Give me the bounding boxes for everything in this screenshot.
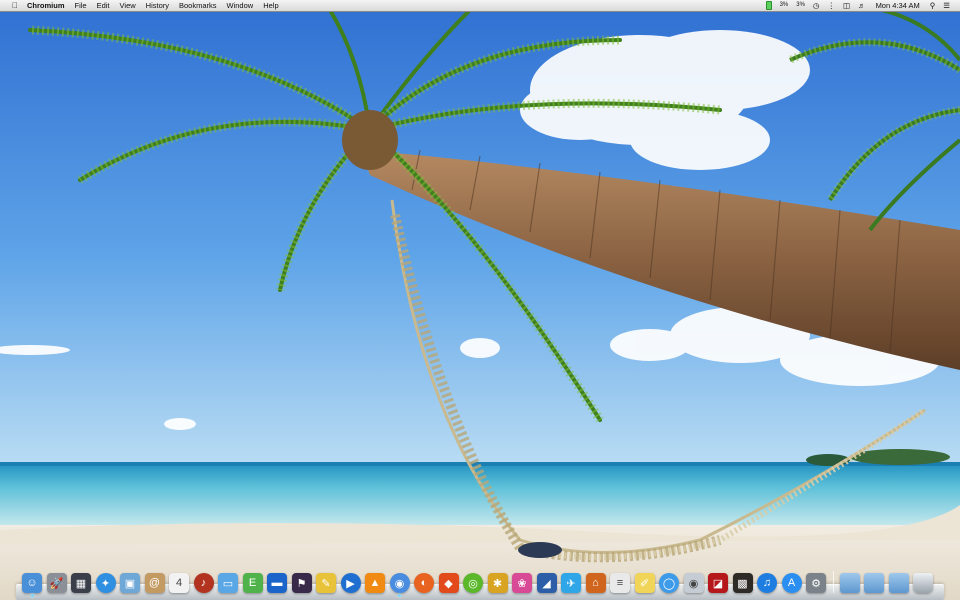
dock: ☺ 🚀 ▦ ✦ ▣ @4 ♪ ▭ E ▬ ⚑ ✎ ▶ ▲ ◉ ◐ ◆ ◎ ✱ ❀ ◢ ✈ ⌂ ≡ ✐ ◯ ◉ ◪ ▩ ♫ A ⚙	[16, 569, 944, 600]
menu-window[interactable]: Window	[222, 0, 259, 11]
mission-control-icon[interactable]: ▦	[71, 573, 91, 593]
menu-edit[interactable]: Edit	[92, 0, 115, 11]
disk-utility-icon[interactable]: ▭	[218, 573, 238, 593]
itunes-photo-icon[interactable]: ♪	[193, 573, 214, 593]
menu-clock[interactable]: Mon 4:34 AM	[870, 0, 926, 11]
running-indicator	[398, 594, 401, 597]
flashcards-icon[interactable]: ◪	[708, 573, 728, 593]
finder-icon[interactable]: ☺	[22, 573, 42, 597]
menu-file[interactable]: File	[70, 0, 92, 11]
notification-center-icon[interactable]: ☰	[939, 0, 954, 11]
stickies-icon[interactable]: ✎	[316, 573, 336, 593]
cpu-usage-2[interactable]: 3%	[792, 0, 809, 11]
home-icon[interactable]: ⌂	[585, 573, 606, 593]
cpu-usage-1[interactable]: 3%	[776, 0, 793, 11]
system-tool-icon[interactable]: ✱	[487, 573, 508, 593]
vlc-icon[interactable]: ▲	[365, 573, 385, 593]
preview-icon[interactable]: ▣	[120, 573, 140, 593]
dock-separator	[832, 571, 834, 593]
applications-folder-icon[interactable]	[839, 573, 860, 593]
menu-history[interactable]: History	[141, 0, 174, 11]
documents-folder-icon[interactable]	[864, 573, 884, 593]
downloads-folder-icon[interactable]	[888, 573, 909, 593]
cyberduck-icon[interactable]: ◢	[536, 573, 557, 593]
system-preferences-icon[interactable]: ⚙	[806, 573, 826, 593]
messages-icon[interactable]: ◯	[659, 573, 679, 593]
terminal-icon[interactable]: ▬	[267, 573, 287, 593]
bluetooth-icon[interactable]: ⋮	[823, 0, 839, 11]
safari-icon[interactable]: ✦	[95, 573, 116, 593]
calendar-icon[interactable]: 4	[169, 573, 189, 593]
trash-icon[interactable]	[913, 573, 933, 593]
webcam-icon[interactable]: ◉	[683, 573, 704, 593]
menu-bookmarks[interactable]: Bookmarks	[174, 0, 222, 11]
photos-icon[interactable]: ▩	[732, 573, 753, 593]
music-player-icon[interactable]: ◎	[463, 573, 483, 593]
dock-icons: ☺ 🚀 ▦ ✦ ▣ @4 ♪ ▭ E ▬ ⚑ ✎ ▶ ▲ ◉ ◐ ◆ ◎ ✱ ❀ ◢ ✈ ⌂ ≡ ✐ ◯ ◉ ◪ ▩ ♫ A ⚙	[22, 571, 938, 597]
itunes-icon[interactable]: ♫	[757, 573, 777, 593]
wifi-icon[interactable]: ◫	[839, 0, 854, 11]
twitter-icon[interactable]: ✈	[561, 573, 581, 593]
menu-app-chromium[interactable]: Chromium	[22, 0, 70, 11]
menu-help[interactable]: Help	[258, 0, 283, 11]
quicktime-icon[interactable]: ▶	[340, 573, 361, 593]
running-indicator	[30, 594, 34, 597]
notes-icon[interactable]: ✐	[634, 573, 655, 593]
alfred-icon[interactable]: ⚑	[291, 573, 312, 593]
textedit-icon[interactable]: ≡	[610, 573, 630, 593]
volume-icon[interactable]: ♬	[854, 0, 870, 11]
battery-icon[interactable]	[762, 1, 776, 10]
launchpad-icon[interactable]: 🚀	[46, 573, 67, 593]
office-icon[interactable]: ◆	[438, 573, 459, 593]
chromium-icon[interactable]: ◉	[389, 573, 410, 597]
time-machine-icon[interactable]: ◷	[809, 0, 824, 11]
contacts-icon[interactable]: @	[144, 573, 165, 593]
evernote-icon[interactable]: E	[242, 573, 263, 593]
menu-bar:  Chromium File Edit View History Bookma…	[0, 0, 960, 12]
desktop-wallpaper	[0, 0, 960, 600]
spotlight-search-icon[interactable]: ⚲	[926, 0, 940, 11]
menu-view[interactable]: View	[115, 0, 141, 11]
firefox-icon[interactable]: ◐	[414, 573, 434, 593]
apple-logo-icon[interactable]: 	[8, 0, 22, 11]
photo-booth-icon[interactable]: ❀	[512, 573, 532, 593]
app-store-icon[interactable]: A	[781, 573, 802, 593]
